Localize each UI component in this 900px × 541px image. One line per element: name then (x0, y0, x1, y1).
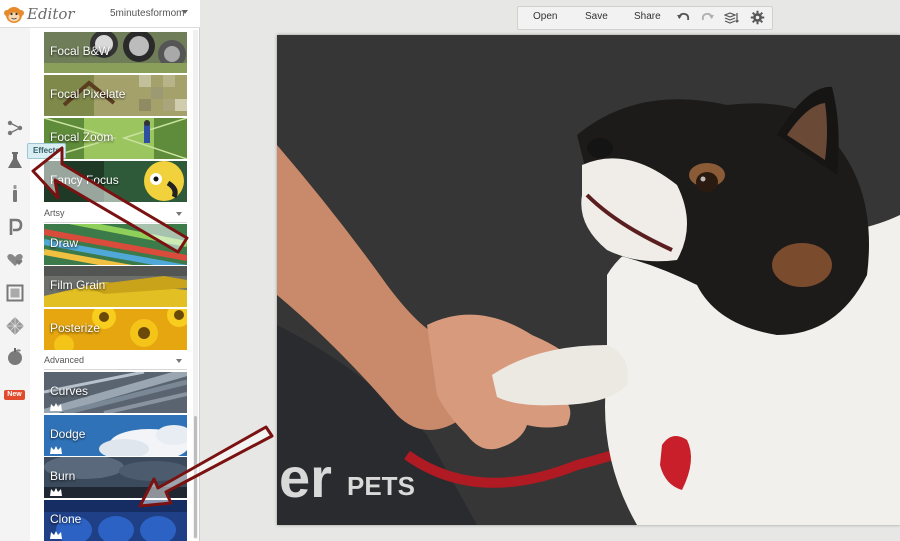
effect-label: Clone (50, 512, 82, 526)
text-icon[interactable] (5, 217, 25, 237)
category-rail: New (0, 28, 30, 541)
effect-burn[interactable]: Burn (44, 457, 187, 498)
section-label: Artsy (44, 208, 65, 218)
effect-label: Focal Pixelate (50, 87, 126, 101)
app-logo-text: Editor (27, 5, 75, 23)
effect-clone[interactable]: Clone (44, 500, 187, 541)
editor-toolbar: Open Save Share (517, 6, 773, 30)
account-menu[interactable]: 5minutesformom (110, 8, 184, 19)
share-button[interactable]: Share (634, 11, 661, 22)
effect-label: Film Grain (50, 278, 106, 292)
photo-canvas[interactable]: er PETS (277, 35, 900, 525)
layers-icon[interactable] (724, 10, 739, 25)
section-advanced[interactable]: Advanced (44, 351, 187, 370)
effects-tooltip: Effects (27, 143, 66, 159)
effect-dodge[interactable]: Dodge (44, 415, 187, 456)
gear-icon[interactable] (750, 10, 765, 25)
effects-panel: Focal B&W Focal Pixelate Focal Zoom Fanc… (30, 28, 200, 541)
effect-label: Posterize (50, 321, 101, 335)
touch-up-icon[interactable] (5, 184, 25, 204)
effect-label: Fancy Focus (50, 173, 119, 187)
chevron-down-icon[interactable] (176, 359, 182, 363)
effect-fancy-focus[interactable]: Fancy Focus (44, 161, 187, 202)
monkey-logo-icon[interactable] (4, 4, 24, 24)
crown-icon (50, 531, 62, 539)
effect-focal-pixelate[interactable]: Focal Pixelate (44, 75, 187, 116)
effect-curves[interactable]: Curves (44, 372, 187, 413)
shirt-text: er (279, 446, 332, 509)
effect-posterize[interactable]: Posterize (44, 309, 187, 350)
section-label: Advanced (44, 355, 85, 365)
effect-label: Focal Zoom (50, 130, 114, 144)
effect-label: Focal B&W (50, 44, 111, 58)
effect-label: Dodge (50, 427, 86, 441)
effect-label: Draw (50, 236, 79, 250)
effects-icon[interactable] (5, 151, 25, 171)
chevron-down-icon[interactable] (176, 212, 182, 216)
crown-icon (50, 446, 62, 454)
redo-icon[interactable] (700, 10, 715, 25)
effect-focal-bw[interactable]: Focal B&W (44, 32, 187, 73)
crown-icon (50, 488, 62, 496)
panel-scrollbar-thumb[interactable] (194, 416, 197, 538)
seasonal-icon[interactable] (5, 346, 25, 366)
save-button[interactable]: Save (585, 11, 608, 22)
section-artsy[interactable]: Artsy (44, 204, 187, 223)
chevron-down-icon[interactable] (182, 10, 188, 14)
overlays-icon[interactable] (5, 250, 25, 270)
effect-label: Curves (50, 384, 89, 398)
effect-draw[interactable]: Draw (44, 224, 187, 265)
crown-icon (50, 403, 62, 411)
open-button[interactable]: Open (533, 11, 557, 22)
frames-icon[interactable] (5, 283, 25, 303)
effect-label: Burn (50, 469, 76, 483)
basic-edits-icon[interactable] (5, 118, 25, 138)
undo-icon[interactable] (676, 10, 691, 25)
shirt-subtext: PETS (347, 471, 415, 501)
new-badge: New (4, 390, 25, 400)
effect-film-grain[interactable]: Film Grain (44, 266, 187, 307)
dog-photo: er PETS (277, 35, 900, 525)
app-header: Editor 5minutesformom (0, 0, 200, 28)
textures-icon[interactable] (5, 316, 25, 336)
